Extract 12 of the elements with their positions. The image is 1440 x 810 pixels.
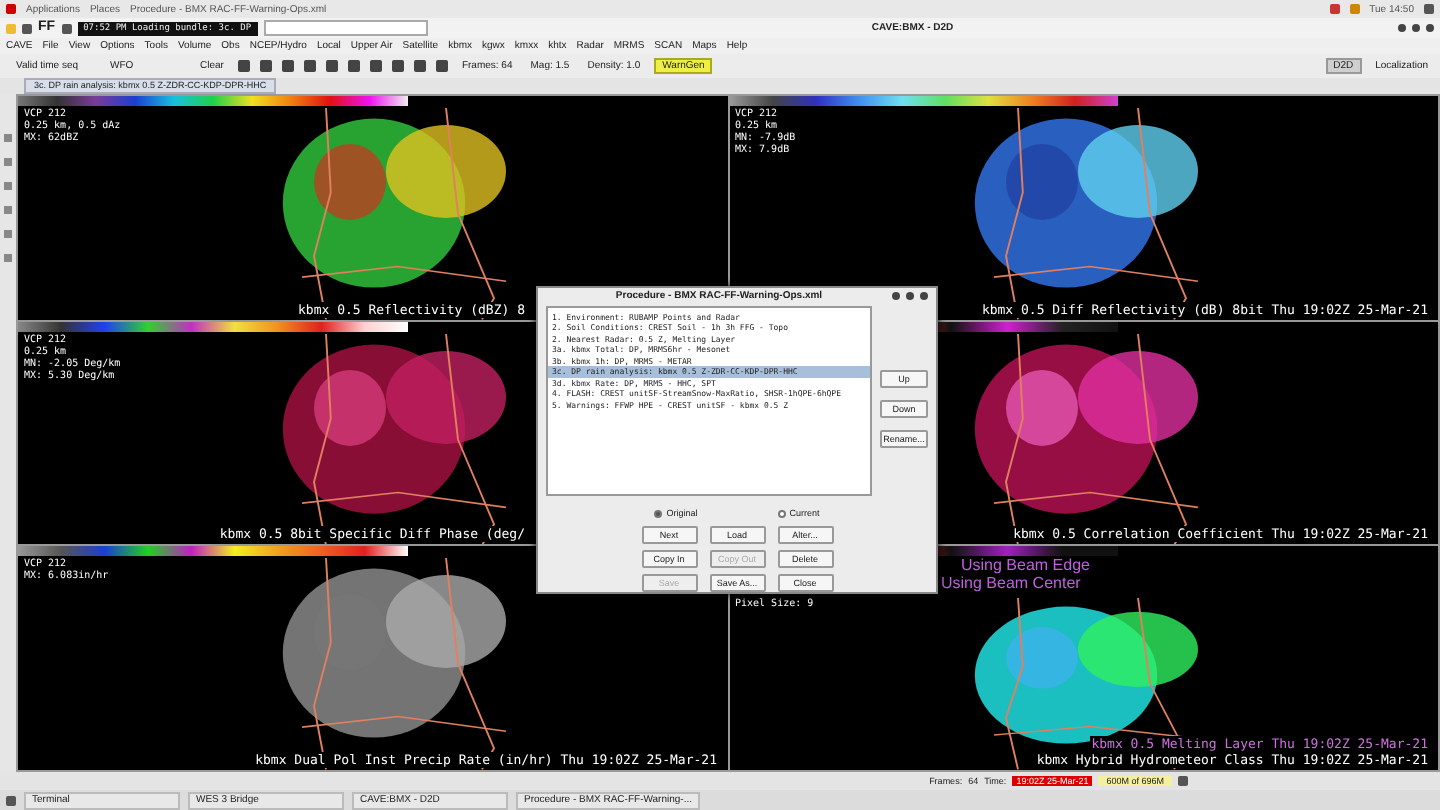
toolbar-icon[interactable]	[61, 23, 72, 33]
apps-icon[interactable]	[6, 4, 16, 14]
desktop-icon[interactable]	[6, 795, 16, 805]
map-annotation: Using Beam Center	[939, 574, 1083, 593]
radio-circle[interactable]	[777, 509, 786, 517]
window-controls-icon[interactable]	[892, 292, 928, 301]
trash-icon[interactable]	[1178, 776, 1188, 786]
command-field[interactable]	[263, 20, 428, 36]
radio-circle[interactable]	[654, 509, 663, 517]
map-annotation: Using Beam Edge	[959, 556, 1092, 575]
power-icon[interactable]	[1424, 4, 1434, 14]
window-controls-icon[interactable]	[1398, 24, 1434, 32]
